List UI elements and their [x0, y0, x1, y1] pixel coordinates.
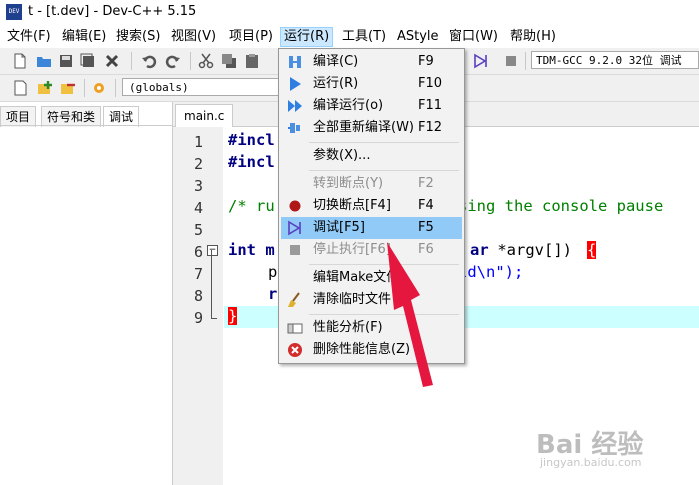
code-line-7[interactable]: p	[268, 263, 277, 281]
menu-help[interactable]: 帮助(H)	[507, 28, 559, 46]
line-number: 9	[193, 309, 203, 327]
menu-search[interactable]: 搜索(S)	[113, 28, 163, 46]
menu-run[interactable]: 运行(R)	[280, 27, 334, 47]
compiler-select[interactable]: TDM-GCC 9.2.0 32位 调试	[531, 51, 699, 69]
paste-icon[interactable]	[244, 53, 260, 69]
code-line-9[interactable]: }	[228, 307, 238, 325]
copy-icon[interactable]	[221, 53, 237, 69]
menu-astyle[interactable]: AStyle	[394, 28, 442, 46]
line-number: 6	[193, 243, 203, 261]
fold-guide	[211, 250, 212, 318]
code-line-4-tail[interactable]: sing the console pause	[458, 197, 663, 215]
stop-icon	[290, 245, 300, 255]
fold-guide-end	[211, 318, 217, 319]
debug-toolbar-icon[interactable]	[473, 53, 489, 69]
remove-from-project-icon[interactable]	[60, 80, 76, 96]
toolbar-separator	[525, 52, 526, 70]
code-line-4[interactable]: /* ru	[228, 197, 275, 215]
menu-item-toggle-breakpoint[interactable]: 切换断点[F4] F4	[281, 195, 462, 217]
menu-tools[interactable]: 工具(T)	[339, 28, 389, 46]
window-title: t - [t.dev] - Dev-C++ 5.15	[28, 4, 197, 19]
line-number: 1	[193, 133, 203, 151]
delete-profile-icon	[288, 343, 302, 357]
redo-icon[interactable]	[165, 53, 181, 69]
code-line-8[interactable]: r	[268, 285, 277, 303]
fold-toggle[interactable]: −	[207, 245, 218, 256]
scope-select[interactable]: (globals)	[122, 78, 282, 96]
menu-item-compile[interactable]: 编译(C) F9	[281, 51, 462, 73]
menu-window[interactable]: 窗口(W)	[446, 28, 501, 46]
open-file-icon[interactable]	[36, 53, 52, 69]
menu-separator	[309, 142, 459, 143]
line-number: 5	[193, 221, 203, 239]
code-line-2[interactable]: #incl	[228, 153, 275, 171]
line-number: 4	[193, 199, 203, 217]
app-icon: DEV	[6, 4, 22, 20]
menu-edit[interactable]: 编辑(E)	[59, 28, 109, 46]
toolbar-separator	[190, 52, 191, 70]
stop-toolbar-icon[interactable]	[503, 53, 519, 69]
compile-run-icon	[288, 100, 302, 112]
broom-icon	[288, 292, 300, 307]
run-icon	[290, 77, 301, 91]
code-line-7-tail[interactable]: ld\n");	[458, 263, 523, 281]
menu-item-compile-run[interactable]: 编译运行(o) F11	[281, 95, 462, 117]
menu-item-rebuild-all[interactable]: 全部重新编译(W) F12	[281, 117, 462, 139]
tab-debug[interactable]: 调试	[103, 106, 140, 127]
code-line-6-keyword[interactable]: ar	[470, 241, 489, 259]
new-project-icon[interactable]	[12, 80, 28, 96]
toolbar-separator	[115, 79, 116, 97]
code-line-6-brace[interactable]: {	[587, 241, 597, 259]
project-options-icon[interactable]	[91, 80, 107, 96]
menu-item-goto-breakpoint[interactable]: 转到断点(Y) F2	[281, 173, 462, 195]
tab-divider	[0, 125, 172, 126]
menu-separator	[309, 170, 459, 171]
save-icon[interactable]	[58, 53, 74, 69]
menu-item-debug[interactable]: 调试[F5] F5	[281, 217, 462, 239]
line-number: 8	[193, 287, 203, 305]
save-all-icon[interactable]	[80, 53, 96, 69]
left-panel: 项目 符号和类 调试	[0, 102, 173, 485]
menu-view[interactable]: 视图(V)	[168, 28, 219, 46]
undo-icon[interactable]	[141, 53, 157, 69]
line-number: 7	[193, 265, 203, 283]
add-to-project-icon[interactable]	[37, 80, 53, 96]
menu-project[interactable]: 项目(P)	[226, 28, 276, 46]
tab-main-c[interactable]: main.c	[175, 104, 234, 127]
toolbar-separator	[84, 79, 85, 97]
watermark-url: jingyan.baidu.com	[540, 456, 642, 469]
toolbar-separator	[131, 52, 132, 70]
compile-icon	[289, 56, 301, 68]
menu-file[interactable]: 文件(F)	[4, 28, 54, 46]
new-file-icon[interactable]	[12, 53, 28, 69]
menu-item-run[interactable]: 运行(R) F10	[281, 73, 462, 95]
code-line-6[interactable]: int m	[228, 241, 275, 259]
menu-item-parameters[interactable]: 参数(X)...	[281, 145, 462, 167]
annotation-arrow-icon	[387, 242, 433, 387]
breakpoint-icon	[289, 200, 301, 212]
profile-icon	[287, 323, 303, 334]
tab-project[interactable]: 项目	[0, 106, 37, 127]
line-number: 2	[193, 155, 203, 173]
tab-symbols[interactable]: 符号和类	[41, 106, 102, 127]
code-line-1[interactable]: #incl	[228, 131, 275, 149]
close-icon[interactable]	[104, 53, 120, 69]
rebuild-icon	[288, 123, 300, 133]
debug-icon	[288, 220, 301, 236]
line-number: 3	[193, 177, 203, 195]
cut-icon[interactable]	[198, 53, 214, 69]
title-bar: DEV t - [t.dev] - Dev-C++ 5.15	[0, 0, 699, 26]
code-line-6-args[interactable]: *argv[])	[488, 241, 581, 259]
menu-bar: 文件(F) 编辑(E) 搜索(S) 视图(V) 项目(P) 运行(R) 工具(T…	[0, 26, 699, 48]
